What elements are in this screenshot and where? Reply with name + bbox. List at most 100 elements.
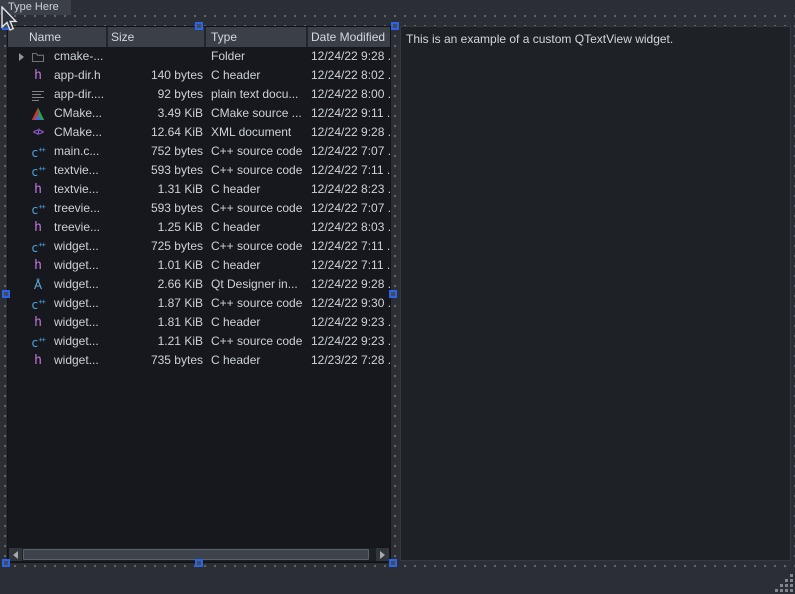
table-row[interactable]: c++ widget... 725 bytes C++ source code … <box>8 237 390 256</box>
cpp-icon: c++ <box>30 239 46 255</box>
table-row[interactable]: c++ widget... 1.21 KiB C++ source code 1… <box>8 332 390 351</box>
column-header-type[interactable]: Type <box>206 27 308 47</box>
designer-form-canvas: Type Here Name Size Type Date Modified c… <box>0 0 795 594</box>
column-header-name[interactable]: Name <box>8 27 108 47</box>
cell-date: 12/24/22 9:11 . <box>308 104 390 123</box>
file-name: treevie... <box>54 199 100 218</box>
file-name: textvie... <box>54 180 99 199</box>
cell-date: 12/24/22 8:00 . <box>308 85 390 104</box>
file-name: main.c... <box>54 142 99 161</box>
cell-name: h treevie... <box>8 218 108 237</box>
selection-handle-top-right[interactable] <box>391 22 399 30</box>
expand-caret-icon[interactable] <box>14 53 28 61</box>
cell-name: c++ widget... <box>8 332 108 351</box>
cell-date: 12/23/22 7:28 . <box>308 351 390 370</box>
cell-type: C++ source code <box>206 294 308 313</box>
selection-handle-middle-left[interactable] <box>2 290 10 298</box>
file-name: widget... <box>54 256 99 275</box>
selection-handle-middle-right[interactable] <box>389 290 397 298</box>
table-row[interactable]: h textvie... 1.31 KiB C header 12/24/22 … <box>8 180 390 199</box>
c-header-icon: h <box>30 68 46 84</box>
table-row[interactable]: Å widget... 2.66 KiB Qt Designer in... 1… <box>8 275 390 294</box>
cell-size: 1.01 KiB <box>108 256 206 275</box>
cell-size: 1.25 KiB <box>108 218 206 237</box>
table-row[interactable]: c++ widget... 1.87 KiB C++ source code 1… <box>8 294 390 313</box>
scroll-left-button[interactable] <box>9 548 22 561</box>
cell-type: C++ source code <box>206 332 308 351</box>
resize-grip[interactable] <box>775 574 795 594</box>
cell-type: C header <box>206 218 308 237</box>
arrow-left-icon <box>13 551 18 559</box>
selection-handle-top-center[interactable] <box>195 22 203 30</box>
table-row[interactable]: h widget... 1.81 KiB C header 12/24/22 9… <box>8 313 390 332</box>
cell-size: 92 bytes <box>108 85 206 104</box>
cell-type: Qt Designer in... <box>206 275 308 294</box>
file-name: textvie... <box>54 161 99 180</box>
cell-size: 735 bytes <box>108 351 206 370</box>
cell-size: 1.21 KiB <box>108 332 206 351</box>
scroll-right-button[interactable] <box>376 548 389 561</box>
cell-date: 12/24/22 8:03 . <box>308 218 390 237</box>
column-header-date-modified[interactable]: Date Modified <box>308 27 390 47</box>
xml-icon: </> <box>30 125 46 141</box>
cell-size: 12.64 KiB <box>108 123 206 142</box>
cell-date: 12/24/22 9:28 . <box>308 47 390 66</box>
table-row[interactable]: cmake-... Folder 12/24/22 9:28 . <box>8 47 390 66</box>
tree-rows: cmake-... Folder 12/24/22 9:28 . h app-d… <box>8 47 390 370</box>
cell-name: h app-dir.h <box>8 66 108 85</box>
cell-size: 593 bytes <box>108 161 206 180</box>
table-row[interactable]: h widget... 1.01 KiB C header 12/24/22 7… <box>8 256 390 275</box>
c-header-icon: h <box>30 258 46 274</box>
table-row[interactable]: app-dir.... 92 bytes plain text docu... … <box>8 85 390 104</box>
cpp-icon: c++ <box>30 334 46 350</box>
cell-name: CMake... <box>8 104 108 123</box>
file-name: cmake-... <box>54 47 103 66</box>
cell-name: c++ widget... <box>8 294 108 313</box>
c-header-icon: h <box>30 315 46 331</box>
cell-name: c++ textvie... <box>8 161 108 180</box>
cell-name: c++ widget... <box>8 237 108 256</box>
cell-date: 12/24/22 7:07 . <box>308 142 390 161</box>
file-name: widget... <box>54 275 99 294</box>
file-name: treevie... <box>54 218 100 237</box>
cell-type: CMake source ... <box>206 104 308 123</box>
selection-handle-bottom-center[interactable] <box>195 559 203 567</box>
cell-size: 725 bytes <box>108 237 206 256</box>
cell-date: 12/24/22 9:23 . <box>308 313 390 332</box>
column-header-size[interactable]: Size <box>108 27 206 47</box>
cell-date: 12/24/22 9:28 . <box>308 275 390 294</box>
cell-size: 140 bytes <box>108 66 206 85</box>
selection-handle-bottom-left[interactable] <box>2 559 10 567</box>
cpp-icon: c++ <box>30 201 46 217</box>
cell-size <box>108 47 206 66</box>
cpp-icon: c++ <box>30 144 46 160</box>
cell-size: 752 bytes <box>108 142 206 161</box>
mouse-cursor-icon <box>0 6 18 39</box>
file-name: widget... <box>54 351 99 370</box>
cell-date: 12/24/22 9:30 . <box>308 294 390 313</box>
cell-name: cmake-... <box>8 47 108 66</box>
table-row[interactable]: c++ textvie... 593 bytes C++ source code… <box>8 161 390 180</box>
cell-date: 12/24/22 7:11 . <box>308 161 390 180</box>
file-tree-view[interactable]: Name Size Type Date Modified cmake-... F… <box>7 26 391 563</box>
cell-date: 12/24/22 7:11 . <box>308 237 390 256</box>
table-row[interactable]: CMake... 3.49 KiB CMake source ... 12/24… <box>8 104 390 123</box>
table-row[interactable]: h app-dir.h 140 bytes C header 12/24/22 … <box>8 66 390 85</box>
cell-size: 2.66 KiB <box>108 275 206 294</box>
table-row[interactable]: c++ main.c... 752 bytes C++ source code … <box>8 142 390 161</box>
cpp-icon: c++ <box>30 296 46 312</box>
table-row[interactable]: h treevie... 1.25 KiB C header 12/24/22 … <box>8 218 390 237</box>
file-name: widget... <box>54 332 99 351</box>
cell-name: h widget... <box>8 256 108 275</box>
text-view[interactable]: This is an example of a custom QTextView… <box>400 26 791 561</box>
table-row[interactable]: c++ treevie... 593 bytes C++ source code… <box>8 199 390 218</box>
text-icon <box>30 87 46 103</box>
cell-size: 3.49 KiB <box>108 104 206 123</box>
cell-type: Folder <box>206 47 308 66</box>
table-row[interactable]: </> CMake... 12.64 KiB XML document 12/2… <box>8 123 390 142</box>
selection-handle-bottom-right[interactable] <box>389 559 397 567</box>
table-row[interactable]: h widget... 735 bytes C header 12/23/22 … <box>8 351 390 370</box>
file-name: widget... <box>54 294 99 313</box>
cell-type: C++ source code <box>206 161 308 180</box>
cell-name: c++ treevie... <box>8 199 108 218</box>
